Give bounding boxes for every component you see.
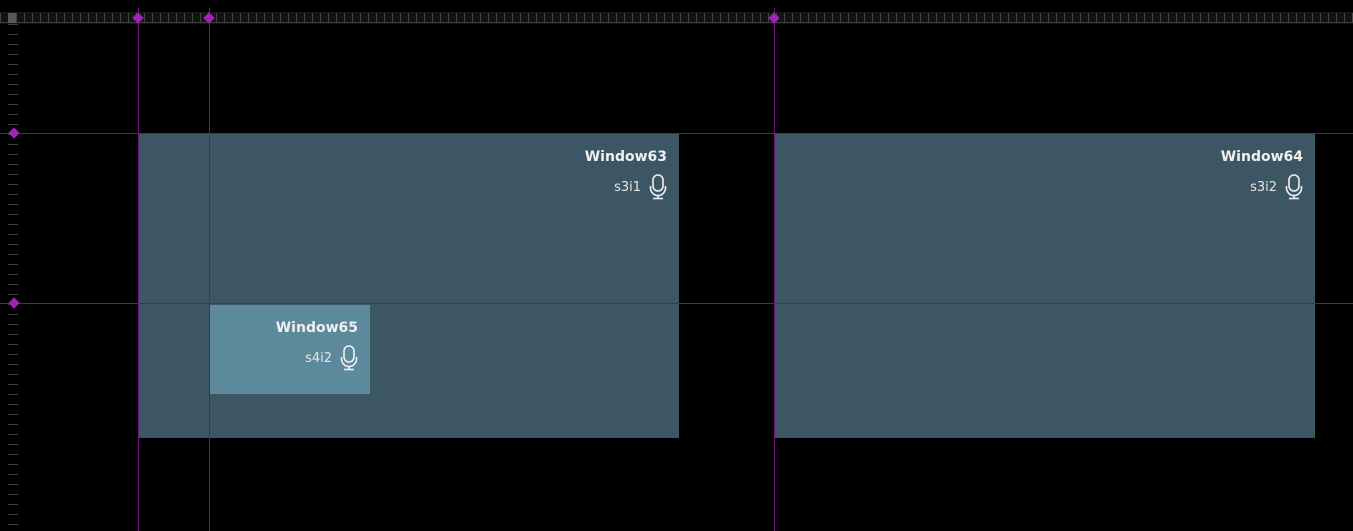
vertical-guide[interactable]: [138, 8, 139, 531]
window-title: Window65: [275, 320, 358, 336]
horizontal-guide[interactable]: [0, 133, 1353, 134]
vertical-guide[interactable]: [774, 8, 775, 531]
ruler-top-border: [0, 6, 1353, 12]
ruler-baseline: [0, 22, 1353, 23]
window-source: s3i2: [1250, 174, 1303, 200]
vertical-ruler[interactable]: [0, 24, 18, 531]
window-tile-65[interactable]: Window65 s4i2: [210, 305, 370, 394]
source-label: s4i2: [305, 350, 332, 366]
window-source: s3i1: [614, 174, 667, 200]
ruler-origin-marker: [8, 13, 16, 23]
microphone-icon: [1285, 174, 1303, 200]
window-source: s4i2: [305, 345, 358, 371]
window-title: Window63: [584, 149, 667, 165]
layout-canvas[interactable]: Window63 s3i1 Window64 s3i2 Window65 s4i…: [0, 0, 1353, 531]
source-label: s3i2: [1250, 179, 1277, 195]
window-tile-64[interactable]: Window64 s3i2: [775, 134, 1315, 438]
vertical-guide[interactable]: [209, 8, 210, 531]
window-title: Window64: [1220, 149, 1303, 165]
horizontal-ruler[interactable]: [0, 6, 1353, 24]
microphone-icon: [649, 174, 667, 200]
source-label: s3i1: [614, 179, 641, 195]
microphone-icon: [340, 345, 358, 371]
horizontal-guide[interactable]: [0, 303, 1353, 304]
